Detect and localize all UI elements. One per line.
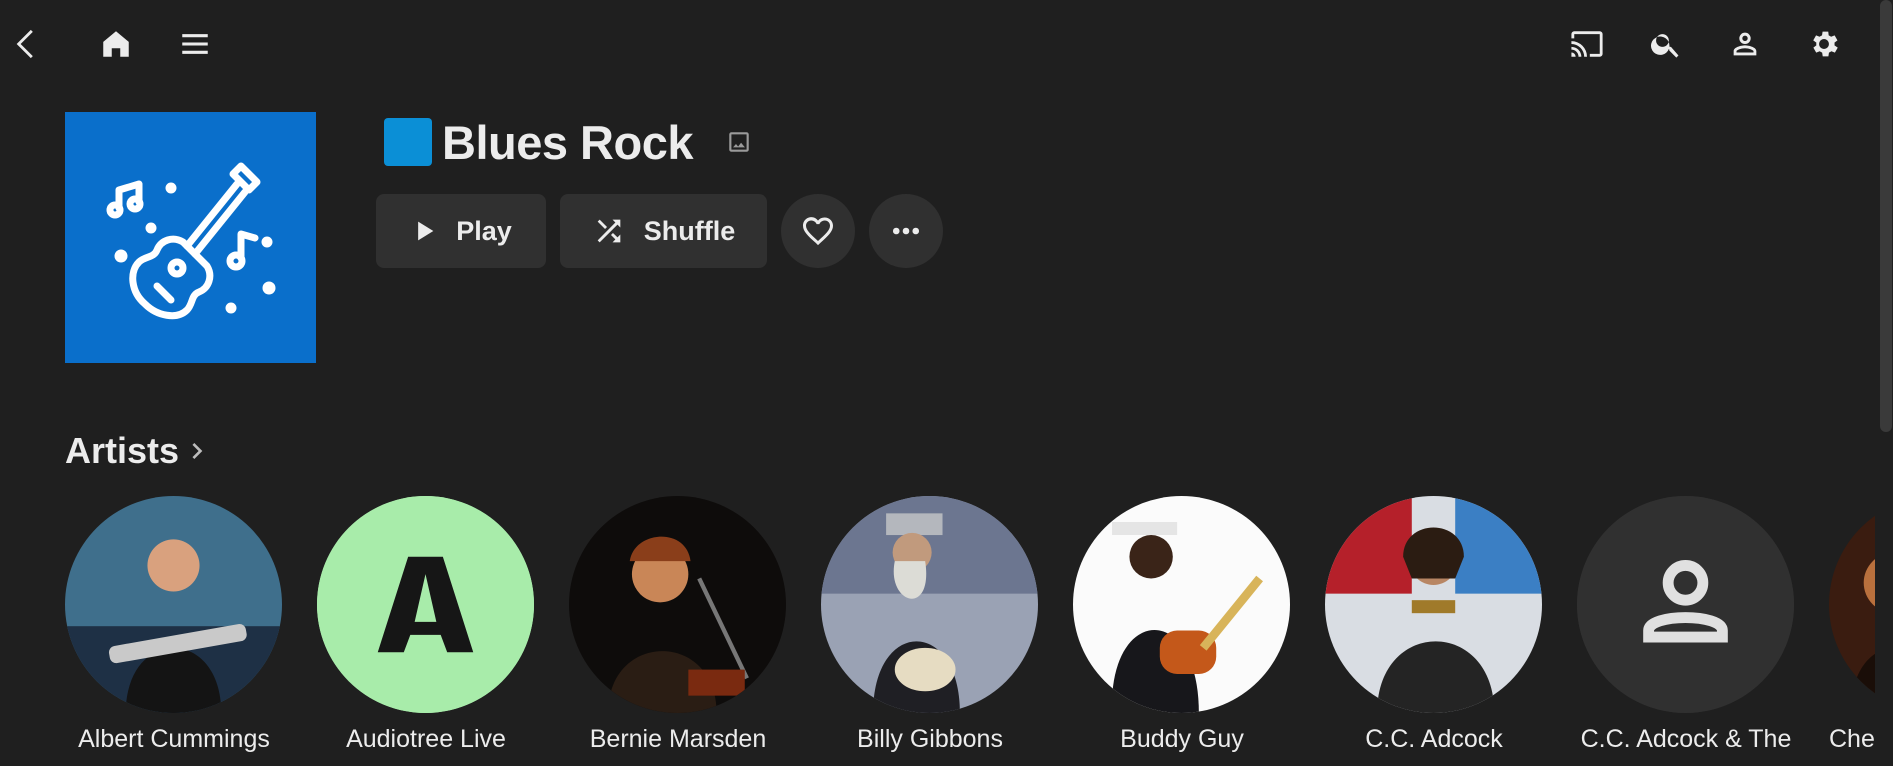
artist-card[interactable]: Bernie Marsden — [569, 496, 786, 754]
artist-name: Bernie Marsden — [589, 725, 767, 753]
artist-name: Che — [1829, 725, 1875, 753]
user-icon[interactable] — [1723, 22, 1767, 66]
artist-avatar — [65, 496, 282, 713]
scrollbar-thumb[interactable] — [1880, 0, 1892, 432]
guitar-music-icon — [106, 162, 275, 319]
artist-card[interactable]: Audiotree Live — [317, 496, 534, 754]
vertical-scrollbar[interactable] — [1879, 0, 1893, 766]
section-title: Artists — [65, 430, 180, 471]
artist-avatar — [569, 496, 786, 713]
genre-cover-image — [65, 112, 316, 363]
shuffle-button[interactable]: Shuffle — [560, 194, 767, 268]
play-label: Play — [456, 215, 512, 246]
search-icon[interactable] — [1644, 22, 1688, 66]
back-arrow-icon[interactable] — [6, 22, 50, 66]
artist-avatar — [1325, 496, 1542, 713]
home-icon[interactable] — [94, 22, 138, 66]
top-bar — [0, 0, 1893, 92]
artist-card[interactable]: C.C. Adcock — [1325, 496, 1542, 754]
artist-name: C.C. Adcock — [1365, 725, 1503, 753]
artist-avatar — [1073, 496, 1290, 713]
shuffle-label: Shuffle — [643, 215, 736, 246]
action-bar: Play Shuffle — [376, 194, 957, 268]
artist-avatar — [1577, 496, 1794, 713]
favorite-button[interactable] — [781, 194, 855, 268]
artist-name: Audiotree Live — [346, 725, 506, 753]
chevron-right-icon — [192, 443, 203, 459]
artist-name: Buddy Guy — [1120, 725, 1244, 753]
cast-icon[interactable] — [1565, 22, 1609, 66]
title-row: Blues Rock — [384, 114, 753, 170]
artist-card[interactable]: Buddy Guy — [1073, 496, 1290, 754]
gear-icon[interactable] — [1802, 22, 1846, 66]
shuffle-icon — [597, 219, 621, 243]
artist-name: C.C. Adcock & The — [1580, 725, 1792, 753]
artist-name: Billy Gibbons — [857, 725, 1003, 753]
artist-card[interactable]: C.C. Adcock & The — [1577, 496, 1794, 754]
heart-icon — [802, 217, 833, 246]
image-icon[interactable] — [725, 128, 753, 156]
artist-name: Albert Cummings — [78, 725, 270, 753]
artist-avatar — [1829, 496, 1875, 713]
artist-avatar — [821, 496, 1038, 713]
artists-section-link[interactable]: Artists — [65, 430, 213, 472]
play-icon — [418, 221, 434, 241]
artists-carousel: Albert Cummings Audiotree Live Bernie Ma… — [65, 496, 1875, 766]
play-button[interactable]: Play — [376, 194, 546, 268]
more-horizontal-icon — [892, 227, 920, 235]
genre-color-swatch — [384, 118, 432, 166]
page-title: Blues Rock — [442, 115, 693, 169]
artist-card[interactable]: Billy Gibbons — [821, 496, 1038, 754]
hamburger-menu-icon[interactable] — [173, 22, 217, 66]
artist-card[interactable]: Che — [1829, 496, 1875, 754]
more-options-button[interactable] — [869, 194, 943, 268]
artist-card[interactable]: Albert Cummings — [65, 496, 282, 754]
artist-avatar — [317, 496, 534, 713]
